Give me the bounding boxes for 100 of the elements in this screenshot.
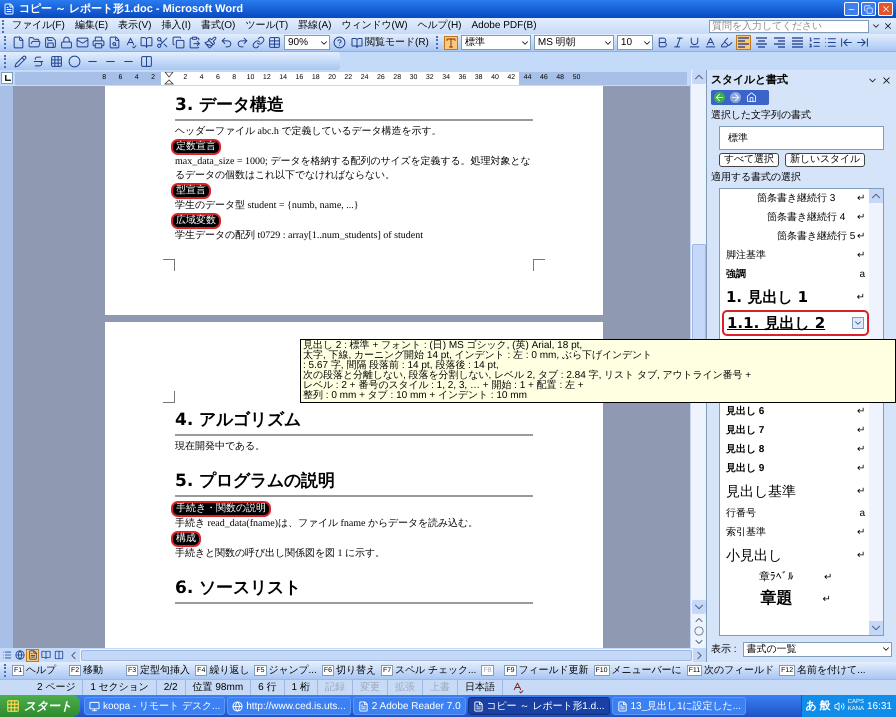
pane-button[interactable]: 新しいスタイル bbox=[785, 153, 865, 167]
style-item[interactable]: 1. 見出し 1 ↵ bbox=[722, 284, 869, 310]
start-button[interactable]: スタート bbox=[0, 695, 80, 717]
taskbar-window-button[interactable]: 2 Adobe Reader 7.0 bbox=[352, 697, 466, 715]
font-dropdown[interactable]: MS 明朝 bbox=[534, 35, 614, 50]
scroll-left-icon[interactable] bbox=[67, 648, 80, 662]
pencil-icon[interactable] bbox=[14, 54, 27, 68]
decrease-indent-icon[interactable] bbox=[840, 36, 853, 49]
menu-item[interactable]: ヘルプ(H) bbox=[412, 19, 466, 33]
view-button[interactable] bbox=[13, 648, 26, 662]
menu-item[interactable]: 編集(E) bbox=[70, 19, 114, 33]
close-button[interactable] bbox=[878, 2, 893, 16]
restore-button[interactable] bbox=[861, 2, 876, 16]
close-icon[interactable] bbox=[881, 74, 892, 86]
character-border-icon[interactable] bbox=[704, 36, 717, 49]
style-item[interactable]: 見出し 9 ↵ bbox=[722, 459, 869, 478]
envelope-icon[interactable] bbox=[76, 36, 89, 49]
ime-indicator[interactable]: 般 bbox=[820, 698, 831, 714]
numbered-list-icon[interactable] bbox=[808, 36, 821, 49]
align-button[interactable] bbox=[736, 35, 751, 50]
menu-item[interactable]: Adobe PDF(B) bbox=[466, 19, 542, 33]
scroll-down-icon[interactable] bbox=[692, 600, 706, 614]
copy-icon[interactable] bbox=[172, 36, 185, 49]
redo-icon[interactable] bbox=[236, 36, 249, 49]
style-item[interactable]: 箇条書き継続行 3 ↵ bbox=[722, 189, 869, 208]
menu-item[interactable]: 罫線(A) bbox=[293, 19, 336, 33]
home-icon[interactable] bbox=[746, 92, 757, 103]
undo-icon[interactable] bbox=[220, 36, 233, 49]
font-size-dropdown[interactable]: 10 bbox=[616, 35, 653, 50]
style-item[interactable]: 見出し基準 ↵ bbox=[722, 478, 869, 504]
align-button[interactable] bbox=[772, 35, 787, 50]
scroll-right-icon[interactable] bbox=[693, 648, 706, 662]
tab-selector[interactable] bbox=[1, 72, 13, 84]
minimize-button[interactable] bbox=[844, 2, 859, 16]
style-item[interactable]: 脚注基準 ↵ bbox=[722, 246, 869, 265]
style-item[interactable]: 章題 ↵ bbox=[722, 587, 869, 611]
italic-icon[interactable] bbox=[672, 36, 685, 49]
browse-object-icon[interactable] bbox=[694, 626, 704, 636]
style-item[interactable]: 見出し 8 ↵ bbox=[722, 440, 869, 459]
reading-mode-button[interactable]: 閲覧モード(R) bbox=[349, 35, 431, 50]
view-button[interactable] bbox=[39, 648, 52, 662]
style-item[interactable]: 行番号 a bbox=[722, 504, 869, 523]
circle-icon[interactable] bbox=[68, 54, 81, 68]
style-item[interactable]: 索引基準 ↵ bbox=[722, 523, 869, 542]
scissors-icon[interactable] bbox=[156, 36, 169, 49]
lock-icon[interactable] bbox=[60, 36, 73, 49]
highlighter-icon[interactable] bbox=[720, 36, 733, 49]
ime-indicator[interactable]: あ bbox=[806, 698, 817, 714]
scroll-up-icon[interactable] bbox=[869, 189, 883, 203]
link-icon[interactable] bbox=[252, 36, 265, 49]
book-icon[interactable] bbox=[140, 36, 153, 49]
style-item[interactable]: 強調 a bbox=[722, 265, 869, 284]
close-icon[interactable] bbox=[883, 21, 893, 31]
new-document-icon[interactable] bbox=[12, 36, 25, 49]
taskbar-window-button[interactable]: koopa - リモート デスク... bbox=[84, 697, 226, 715]
menu-item[interactable]: ウィンドウ(W) bbox=[336, 19, 413, 33]
speaker-icon[interactable] bbox=[834, 700, 845, 712]
view-button[interactable] bbox=[26, 648, 39, 662]
menu-item[interactable]: ツール(T) bbox=[240, 19, 294, 33]
menu-item[interactable]: ファイル(F) bbox=[7, 19, 70, 33]
style-item[interactable]: 小見出し ↵ bbox=[722, 542, 869, 568]
dropdown-caret-icon[interactable] bbox=[852, 317, 864, 329]
back-icon[interactable] bbox=[714, 92, 725, 103]
style-dropdown[interactable]: 標準 bbox=[460, 35, 531, 50]
help-search-field[interactable]: 質問を入力してください bbox=[709, 20, 869, 32]
scrollbar-thumb[interactable] bbox=[81, 650, 692, 660]
columns-icon[interactable] bbox=[140, 54, 153, 68]
spellcheck-icon[interactable] bbox=[124, 36, 137, 49]
paintbrush-icon[interactable] bbox=[204, 36, 217, 49]
grid-icon[interactable] bbox=[50, 54, 63, 68]
style-item[interactable]: 章ﾗﾍﾞﾙ ↵ bbox=[722, 568, 869, 587]
show-dropdown[interactable]: 書式の一覧 bbox=[742, 642, 892, 656]
zoom-dropdown[interactable]: 90% bbox=[284, 35, 330, 50]
menu-item[interactable]: 挿入(I) bbox=[156, 19, 196, 33]
clipboard-icon[interactable] bbox=[188, 36, 201, 49]
style-item[interactable]: 見出し 6 ↵ bbox=[722, 402, 869, 421]
save-icon[interactable] bbox=[44, 36, 57, 49]
increase-indent-icon[interactable] bbox=[856, 36, 869, 49]
forward-icon[interactable] bbox=[730, 92, 741, 103]
toolbar-grip[interactable] bbox=[4, 36, 7, 49]
styles-icon[interactable] bbox=[444, 36, 458, 50]
style-item[interactable]: 箇条書き継続行 5 ↵ bbox=[722, 227, 869, 246]
taskbar-window-button[interactable]: コピー ～ レポート形1.d... bbox=[468, 697, 610, 715]
restore-icon[interactable] bbox=[864, 4, 873, 14]
underline-icon[interactable] bbox=[688, 36, 701, 49]
toolbar-grip[interactable] bbox=[4, 664, 7, 677]
style-item[interactable]: 見出し 7 ↵ bbox=[722, 421, 869, 440]
scroll-up-icon[interactable] bbox=[692, 70, 706, 84]
taskbar-window-button[interactable]: 13_見出し1に設定した... bbox=[612, 697, 746, 715]
menu-item[interactable]: 表示(V) bbox=[113, 19, 156, 33]
folder-icon[interactable] bbox=[28, 36, 41, 49]
indent-marker-icon[interactable] bbox=[164, 72, 174, 84]
align-button[interactable] bbox=[790, 35, 805, 50]
toolbar-grip[interactable] bbox=[436, 36, 439, 49]
document-icon[interactable] bbox=[3, 3, 15, 15]
view-button[interactable] bbox=[52, 648, 65, 662]
pane-button[interactable]: すべて選択 bbox=[719, 153, 779, 167]
taskbar-window-button[interactable]: http://www.ced.is.uts... bbox=[227, 697, 351, 715]
printer-icon[interactable] bbox=[92, 36, 105, 49]
toolbar-grip[interactable] bbox=[4, 54, 7, 68]
